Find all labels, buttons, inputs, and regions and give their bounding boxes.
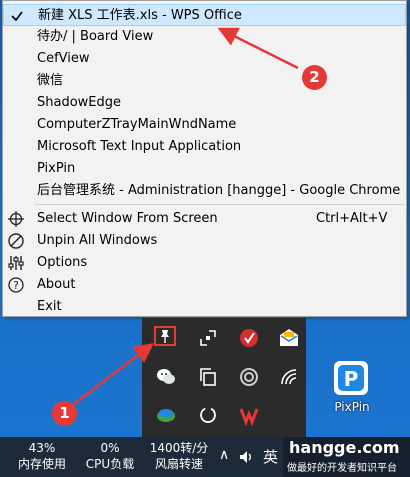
mail-tray-icon[interactable] xyxy=(278,327,300,349)
menu-item-board-view[interactable]: 待办/ | Board View xyxy=(3,26,406,48)
menu-item-cefview[interactable]: CefView xyxy=(3,48,406,70)
memory-value: 43% xyxy=(28,441,56,455)
menu-item-pixpin[interactable]: PixPin xyxy=(3,158,406,180)
sync-tray-icon[interactable] xyxy=(197,404,219,426)
sliders-icon xyxy=(8,256,24,270)
brand-subtitle: 做最好的开发者知识平台 xyxy=(287,463,397,474)
menu-item-label: Unpin All Windows xyxy=(37,233,158,248)
crosshair-icon xyxy=(8,211,24,227)
menu-item-wps[interactable]: 新建 XLS 工作表.xls - WPS Office xyxy=(3,4,406,26)
menu-item-label: Options xyxy=(37,255,88,270)
menu-item-label: Exit xyxy=(37,299,62,314)
fan-label: 风扇转速 xyxy=(154,457,203,471)
no-entry-icon xyxy=(8,233,24,249)
copy-tray-icon[interactable] xyxy=(197,366,219,388)
menu-item-label: 后台管理系统 - Administration [hangge] - Googl… xyxy=(37,183,401,198)
pixpin-desktop-icon[interactable]: P xyxy=(334,361,368,395)
chevron-up-icon[interactable]: ∧ xyxy=(219,447,229,463)
menu-item-label: 待办/ | Board View xyxy=(37,29,154,44)
menu-item-shortcut: Ctrl+Alt+V xyxy=(316,211,388,226)
fan-value: 1400转/分 xyxy=(149,441,209,455)
screenshot-tray-icon[interactable] xyxy=(197,327,219,349)
cpu-value: 0% xyxy=(100,441,120,455)
swirl-tray-icon[interactable] xyxy=(238,366,260,388)
menu-item-exit[interactable]: Exit xyxy=(3,296,406,318)
svg-text:?: ? xyxy=(13,279,19,292)
watermark-brand: hangge.com 做最好的开发者知识平台 xyxy=(283,437,410,477)
tray-overflow-panel xyxy=(142,318,306,437)
menu-item-shadowedge[interactable]: ShadowEdge xyxy=(3,92,406,114)
menu-item-label: 微信 xyxy=(37,73,64,88)
signal-tray-icon[interactable] xyxy=(278,366,300,388)
annotation-badge-1: 1 xyxy=(52,401,77,426)
menu-item-label: About xyxy=(37,277,76,292)
volume-icon[interactable] xyxy=(238,448,256,466)
menu-item-chrome[interactable]: 后台管理系统 - Administration [hangge] - Googl… xyxy=(3,180,406,202)
context-menu: 新建 XLS 工作表.xls - WPS Office 待办/ | Board … xyxy=(2,0,407,317)
menu-item-label: ComputerZTrayMainWndName xyxy=(37,117,237,132)
wechat-tray-icon[interactable] xyxy=(155,366,177,388)
cpu-label: CPU负载 xyxy=(85,457,135,471)
menu-separator xyxy=(35,204,405,205)
ime-indicator[interactable]: 英 xyxy=(263,446,278,467)
cpu-stat: 0% CPU负载 xyxy=(80,440,140,472)
menu-item-options[interactable]: Options xyxy=(3,252,406,274)
memory-stat: 43% 内存使用 xyxy=(12,440,72,472)
menu-item-label: 新建 XLS 工作表.xls - WPS Office xyxy=(38,8,242,23)
checkmark-icon xyxy=(11,11,23,22)
menu-item-label: ShadowEdge xyxy=(37,95,122,110)
menu-item-label: Select Window From Screen xyxy=(37,211,218,226)
menu-item-label: PixPin xyxy=(37,161,76,176)
wps-tray-icon[interactable] xyxy=(238,404,260,427)
memory-label: 内存使用 xyxy=(17,457,66,471)
brand-title: hangge.com xyxy=(289,438,400,457)
menu-item-text-input[interactable]: Microsoft Text Input Application xyxy=(3,136,406,158)
question-icon: ? xyxy=(8,277,24,293)
menu-item-select-window[interactable]: Select Window From Screen Ctrl+Alt+V xyxy=(3,208,406,230)
menu-item-computerz[interactable]: ComputerZTrayMainWndName xyxy=(3,114,406,136)
antivirus-tray-icon[interactable] xyxy=(238,327,260,349)
menu-item-unpin-all[interactable]: Unpin All Windows xyxy=(3,230,406,252)
menu-item-label: CefView xyxy=(37,51,90,66)
menu-item-wechat[interactable]: 微信 xyxy=(3,70,406,92)
menu-item-label: Microsoft Text Input Application xyxy=(37,139,242,154)
svg-text:P: P xyxy=(344,367,359,391)
annotation-badge-2: 2 xyxy=(302,65,327,90)
menu-item-about[interactable]: ? About xyxy=(3,274,406,296)
network-speed-tray-icon[interactable] xyxy=(155,404,177,426)
pin-icon[interactable] xyxy=(154,326,176,346)
fan-stat: 1400转/分 风扇转速 xyxy=(144,440,214,472)
pixpin-desktop-label: PixPin xyxy=(334,400,370,414)
